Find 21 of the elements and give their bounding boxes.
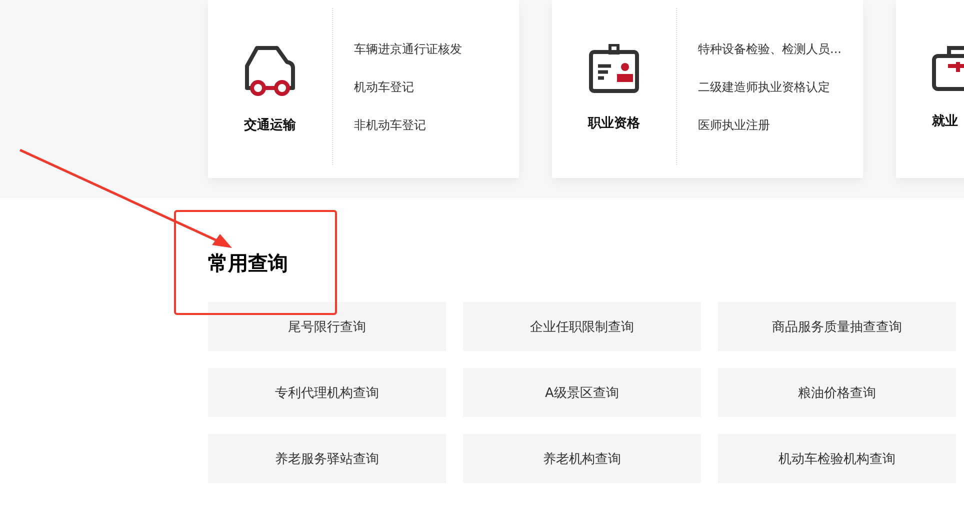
query-link[interactable]: 机动车检验机构查询 — [718, 434, 956, 483]
category-title: 职业资格 — [588, 115, 640, 132]
category-title: 交通运输 — [244, 116, 296, 134]
id-badge-icon — [588, 44, 640, 94]
service-link[interactable]: 机动车登记 — [354, 78, 462, 96]
query-link[interactable]: 商品服务质量抽查查询 — [718, 302, 956, 351]
query-link[interactable]: 养老服务驿站查询 — [208, 434, 446, 483]
service-link[interactable]: 二级建造师执业资格认定 — [698, 78, 842, 96]
query-link[interactable]: A级景区查询 — [463, 368, 701, 417]
section-heading: 常用查询 — [208, 250, 289, 277]
query-link[interactable]: 养老机构查询 — [463, 434, 701, 483]
query-link[interactable]: 粮油价格查询 — [718, 368, 956, 417]
service-link[interactable]: 非机动车登记 — [354, 116, 462, 134]
service-link[interactable]: 车辆进京通行证核发 — [354, 40, 462, 58]
service-link[interactable]: 医师执业注册 — [698, 116, 842, 134]
query-link[interactable]: 尾号限行查询 — [208, 302, 446, 351]
category-title: 就业 — [932, 113, 959, 130]
service-link[interactable]: 特种设备检验、检测人员... — [698, 40, 842, 58]
car-icon — [243, 44, 297, 96]
query-link[interactable]: 企业任职限制查询 — [463, 302, 701, 351]
query-link[interactable]: 专利代理机构查询 — [208, 368, 446, 417]
